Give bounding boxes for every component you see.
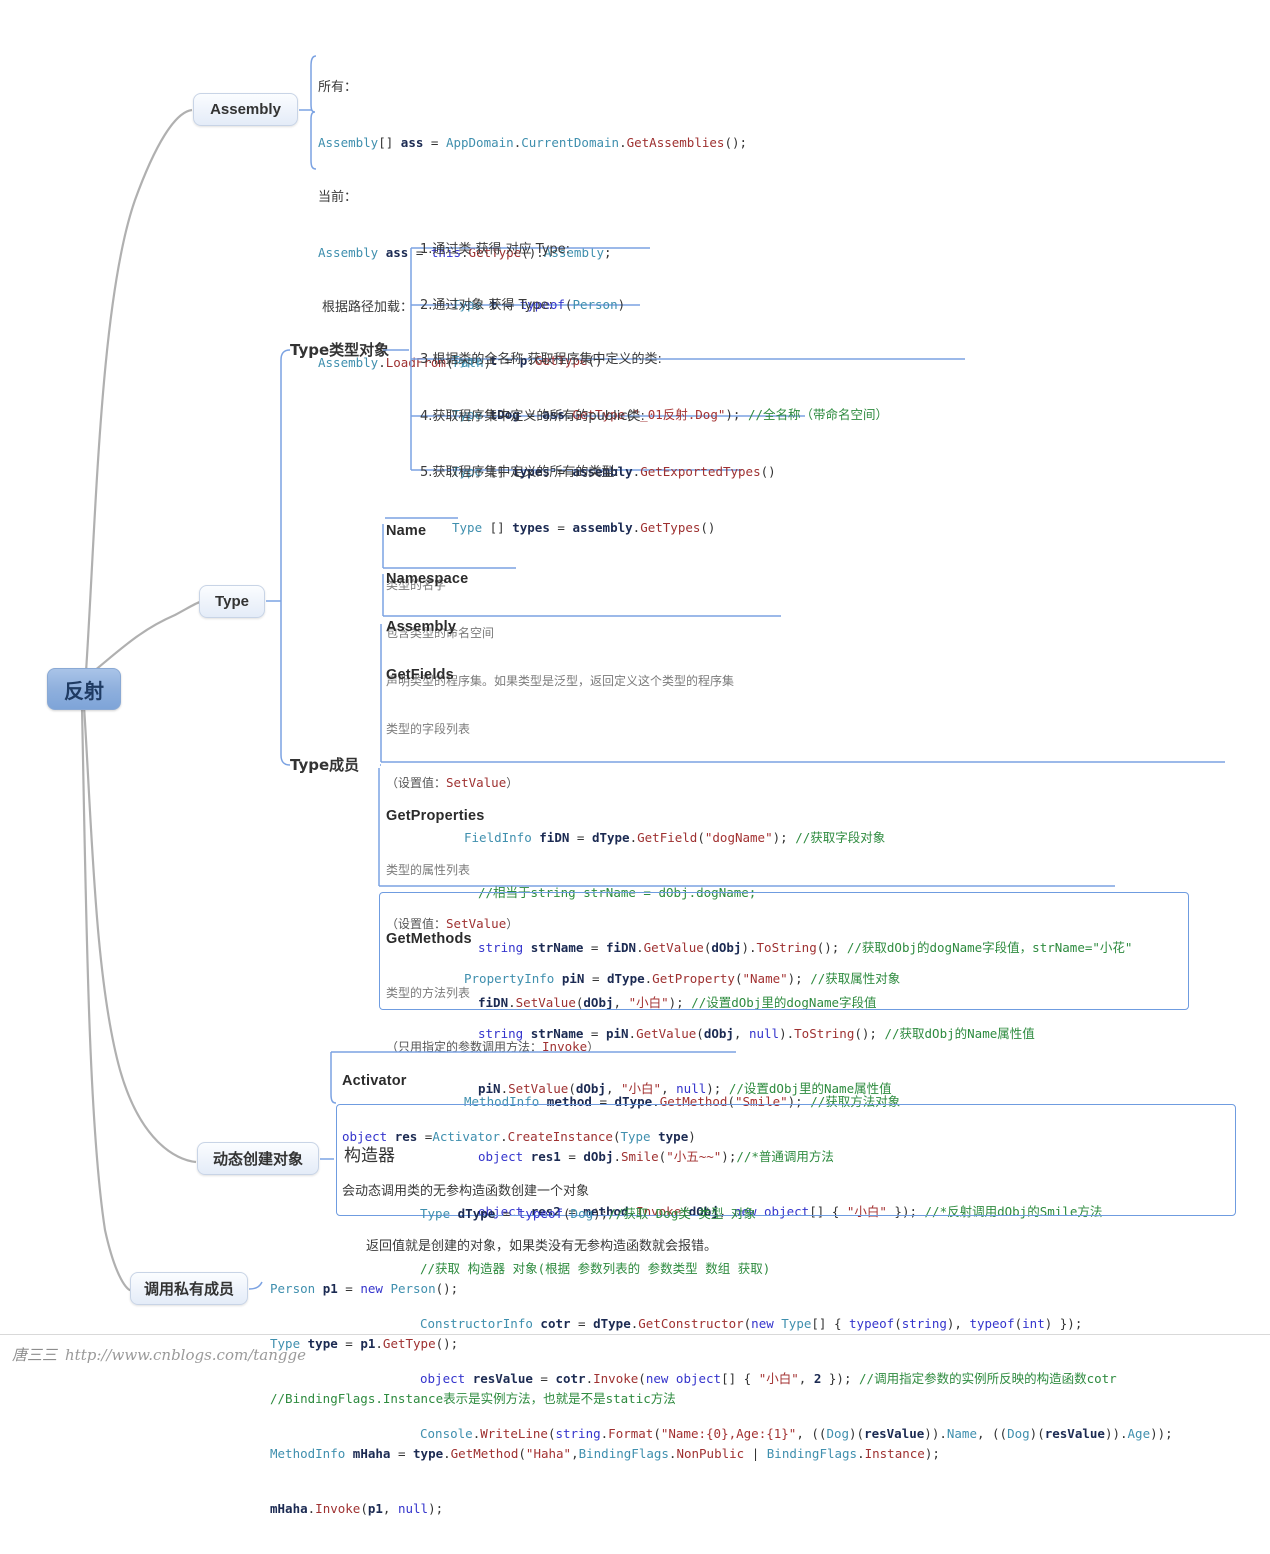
branch-node-private-member[interactable]: 调用私有成员 xyxy=(130,1272,248,1305)
watermark-author: 唐三三 xyxy=(12,1346,58,1364)
type-member-getfields-title: GetFields xyxy=(386,667,454,683)
branch-node-dynamic-create[interactable]: 动态创建对象 xyxy=(197,1142,319,1175)
private-member-code-5: mHaha.Invoke(p1, null); xyxy=(270,1501,444,1516)
branch-node-dynamic-create-label: 动态创建对象 xyxy=(212,1150,303,1168)
branch-node-assembly[interactable]: Assembly xyxy=(193,93,298,126)
root-node-label: 反射 xyxy=(64,678,104,703)
activator-title: Activator xyxy=(342,1073,407,1089)
watermark-bar: 唐三三 http://www.cnblogs.com/tangge xyxy=(0,1334,1270,1374)
branch-node-assembly-label: Assembly xyxy=(210,101,281,118)
private-member-code-1: Person p1 = new Person(); xyxy=(270,1281,459,1296)
mindmap-canvas: 反射 Assembly 所有： Assembly[] ass = AppDoma… xyxy=(0,0,1270,1516)
type-object-item-3-title: 3.根据类的全名称 获取程序集中定义的类: xyxy=(420,352,662,367)
type-object-item-2-title: 2.通过对象 获得 Type: xyxy=(420,298,553,313)
type-object-item-1-title: 1.通过类 获得 对应 Type: xyxy=(420,242,571,257)
branch-node-type-label: Type xyxy=(215,593,249,610)
type-member-getmethods-desc: 类型的方法列表 xyxy=(386,986,471,1000)
sublabel-type-member: Type成员 xyxy=(290,756,360,774)
constructor-title: 构造器 xyxy=(344,1146,395,1166)
watermark-url: http://www.cnblogs.com/tangge xyxy=(65,1345,306,1364)
branch-node-type[interactable]: Type xyxy=(199,585,265,618)
private-member-code-3: //BindingFlags.Instance表示是实例方法，也就是不是stat… xyxy=(270,1391,676,1406)
root-node-reflection[interactable]: 反射 xyxy=(47,668,121,710)
type-object-item-4-title: 4.获取程序集中定义的所有的public类: xyxy=(420,409,645,424)
type-member-getproperties-desc: 类型的属性列表 xyxy=(386,863,471,877)
type-object-item-5-title: 5.获取程序集中定义的所有的类型: xyxy=(420,465,619,480)
type-member-getproperties-title: GetProperties xyxy=(386,808,485,824)
sublabel-type-object: Type类型对象 xyxy=(290,341,390,359)
assembly-all-label: 所有： xyxy=(318,80,358,95)
type-member-getmethods-title: GetMethods xyxy=(386,931,472,947)
constructor-code-1: Type dType = typeof(Dog);//获取 Dog类 类型 对象 xyxy=(420,1206,756,1221)
type-member-getfields-desc: 类型的字段列表 xyxy=(386,722,471,736)
assembly-all-code: Assembly[] ass = AppDomain.CurrentDomain… xyxy=(318,135,748,150)
private-member-code-4: MethodInfo mHaha = type.GetMethod("Haha"… xyxy=(270,1446,940,1461)
branch-node-private-member-label: 调用私有成员 xyxy=(143,1280,234,1298)
private-member-code-block: Person p1 = new Person(); Type type = p1… xyxy=(270,1243,940,1554)
